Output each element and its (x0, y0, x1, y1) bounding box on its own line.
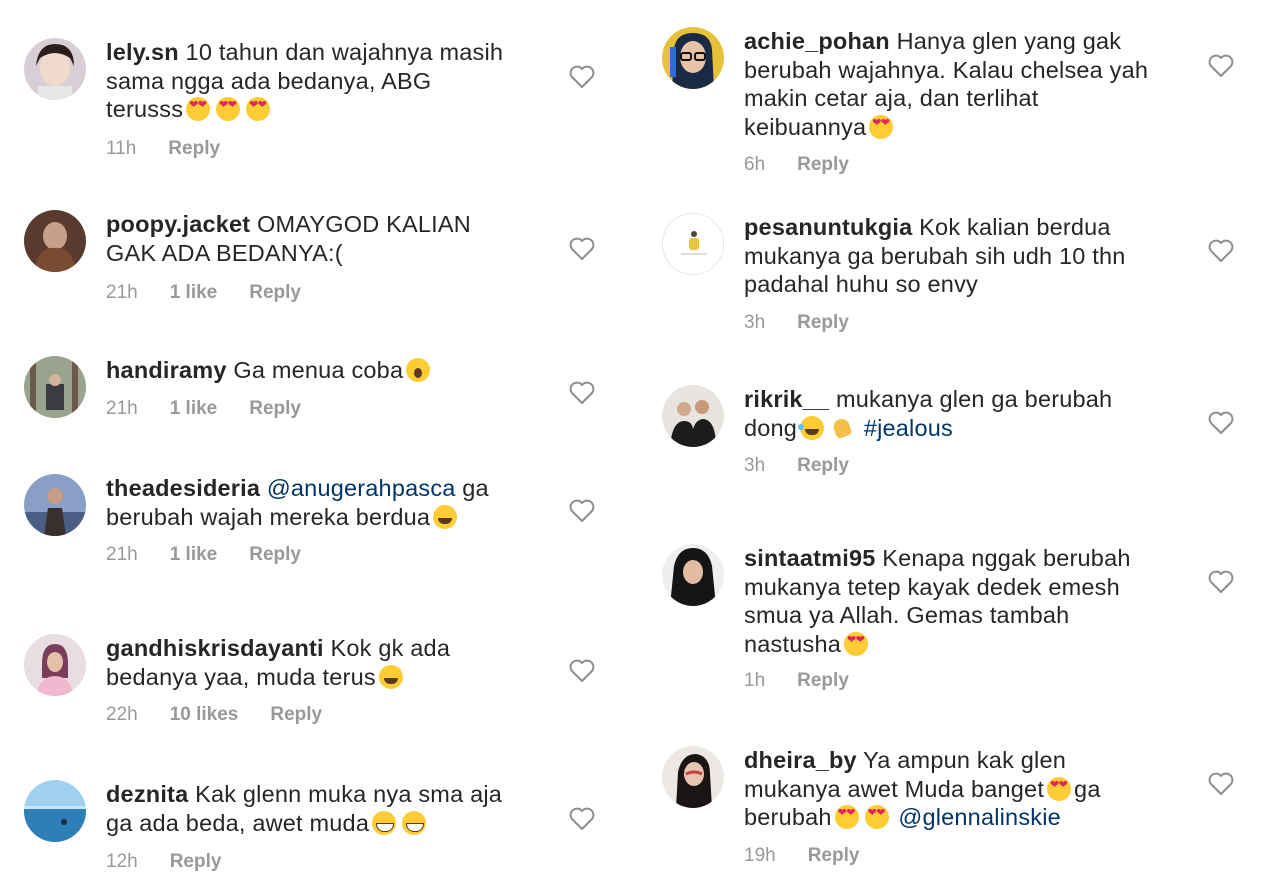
heart-outline-icon[interactable] (569, 381, 595, 405)
heart-outline-icon[interactable] (1208, 411, 1234, 435)
mention-link[interactable]: @glennalinskie (898, 804, 1061, 830)
comment-username[interactable]: deznita (106, 781, 188, 807)
avatar[interactable] (24, 634, 86, 696)
hashtag-link[interactable]: #jealous (864, 415, 953, 441)
comment-body: handiramy Ga menua coba (106, 356, 586, 385)
reply-button[interactable]: Reply (170, 851, 222, 872)
heart-eyes-emoji (216, 97, 241, 121)
likes-count[interactable]: 10 likes (170, 704, 239, 725)
comment-meta: 3h Reply (744, 455, 849, 476)
comment-meta: 1h Reply (744, 670, 849, 691)
comment-meta: 21h 1 like Reply (106, 282, 301, 303)
avatar[interactable] (662, 746, 724, 808)
heart-outline-icon[interactable] (569, 659, 595, 683)
avatar[interactable] (24, 474, 86, 536)
comment-username[interactable]: sintaatmi95 (744, 545, 876, 571)
comment-body: pesanuntukgia Kok kalian berdua mukanya … (744, 214, 1126, 297)
grinning-face-emoji (372, 810, 397, 835)
heart-outline-icon[interactable] (569, 807, 595, 831)
heart-eyes-emoji (869, 114, 894, 139)
clapping-hands-emoji (830, 416, 854, 440)
avatar[interactable] (24, 38, 86, 100)
comment-username[interactable]: theadesideria (106, 475, 260, 501)
grinning-sweat-emoji (433, 504, 458, 529)
comment-meta: 3h Reply (744, 312, 849, 333)
likes-count[interactable]: 1 like (170, 282, 218, 303)
heart-eyes-emoji (864, 805, 889, 829)
heart-eyes-emoji (246, 97, 271, 121)
heart-outline-icon[interactable] (1208, 570, 1234, 594)
heart-eyes-emoji (186, 97, 211, 121)
comment-body: sintaatmi95 Kenapa nggak berubah mukanya… (744, 544, 1224, 658)
likes-count[interactable]: 1 like (170, 544, 218, 565)
comment-meta: 12h Reply (106, 851, 222, 872)
comment-username[interactable]: poopy.jacket (106, 211, 250, 237)
comment-body: lely.sn 10 tahun dan wajahnya masih sama… (106, 38, 586, 124)
reply-button[interactable]: Reply (797, 154, 849, 175)
heart-eyes-emoji (1047, 776, 1072, 801)
reply-button[interactable]: Reply (797, 670, 849, 691)
comment-body: achie_pohan Hanya glen yang gak berubah … (744, 27, 1224, 141)
comment-body: deznita Kak glenn muka nya sma aja ga ad… (106, 781, 503, 836)
likes-count[interactable]: 1 like (170, 398, 218, 419)
reply-button[interactable]: Reply (249, 398, 301, 419)
comment-username[interactable]: handiramy (106, 357, 227, 383)
avatar[interactable] (662, 213, 724, 275)
heart-outline-icon[interactable] (1208, 772, 1234, 796)
reply-button[interactable]: Reply (249, 544, 301, 565)
comment-time: 11h (106, 138, 137, 159)
reply-button[interactable]: Reply (249, 282, 301, 303)
comment-meta: 21h 1 like Reply (106, 398, 301, 419)
heart-eyes-emoji (834, 805, 859, 829)
comment-username[interactable]: lely.sn (106, 39, 179, 65)
reply-button[interactable]: Reply (797, 455, 849, 476)
comment-body: gandhiskrisdayanti Kok gk ada bedanya ya… (106, 635, 451, 690)
comment-body: theadesideria @anugerahpasca ga berubah … (106, 475, 489, 530)
heart-outline-icon[interactable] (569, 499, 595, 523)
reply-button[interactable]: Reply (270, 704, 322, 725)
reply-button[interactable]: Reply (797, 312, 849, 333)
comment-username[interactable]: dheira_by (744, 747, 857, 773)
heart-eyes-emoji (843, 631, 868, 656)
reply-button[interactable]: Reply (168, 138, 220, 159)
comment-username[interactable]: gandhiskrisdayanti (106, 635, 324, 661)
squinting-face-emoji (378, 664, 403, 689)
avatar[interactable] (662, 27, 724, 89)
comment-username[interactable]: achie_pohan (744, 28, 890, 54)
screaming-face-emoji (406, 358, 431, 382)
comment-meta: 21h 1 like Reply (106, 544, 301, 565)
reply-button[interactable]: Reply (808, 845, 860, 866)
heart-outline-icon[interactable] (569, 237, 595, 261)
comment-body: dheira_by Ya ampun kak glen mukanya awet… (744, 746, 1224, 832)
comment-meta: 11h Reply (106, 138, 252, 160)
comment-meta: 19h Reply (744, 845, 860, 866)
heart-outline-icon[interactable] (1208, 239, 1234, 263)
comment-meta: 6h Reply (744, 154, 849, 175)
comment-body: rikrik__ mukanya glen ga berubah dong #j… (744, 386, 1113, 441)
heart-outline-icon[interactable] (569, 65, 595, 89)
comment-username[interactable]: rikrik__ (744, 386, 829, 412)
comment-username[interactable]: pesanuntukgia (744, 214, 912, 240)
heart-outline-icon[interactable] (1208, 54, 1234, 78)
mention-link[interactable]: @anugerahpasca (267, 475, 456, 501)
joy-emoji (798, 415, 825, 440)
comment-body: poopy.jacket OMAYGOD KALIAN GAK ADA BEDA… (106, 211, 471, 266)
comment-meta: 22h 10 likes Reply (106, 704, 323, 725)
avatar[interactable] (24, 780, 86, 842)
grinning-face-emoji (402, 810, 427, 835)
avatar[interactable] (24, 356, 86, 418)
avatar[interactable] (662, 385, 724, 447)
avatar[interactable] (662, 544, 724, 606)
avatar[interactable] (24, 210, 86, 272)
